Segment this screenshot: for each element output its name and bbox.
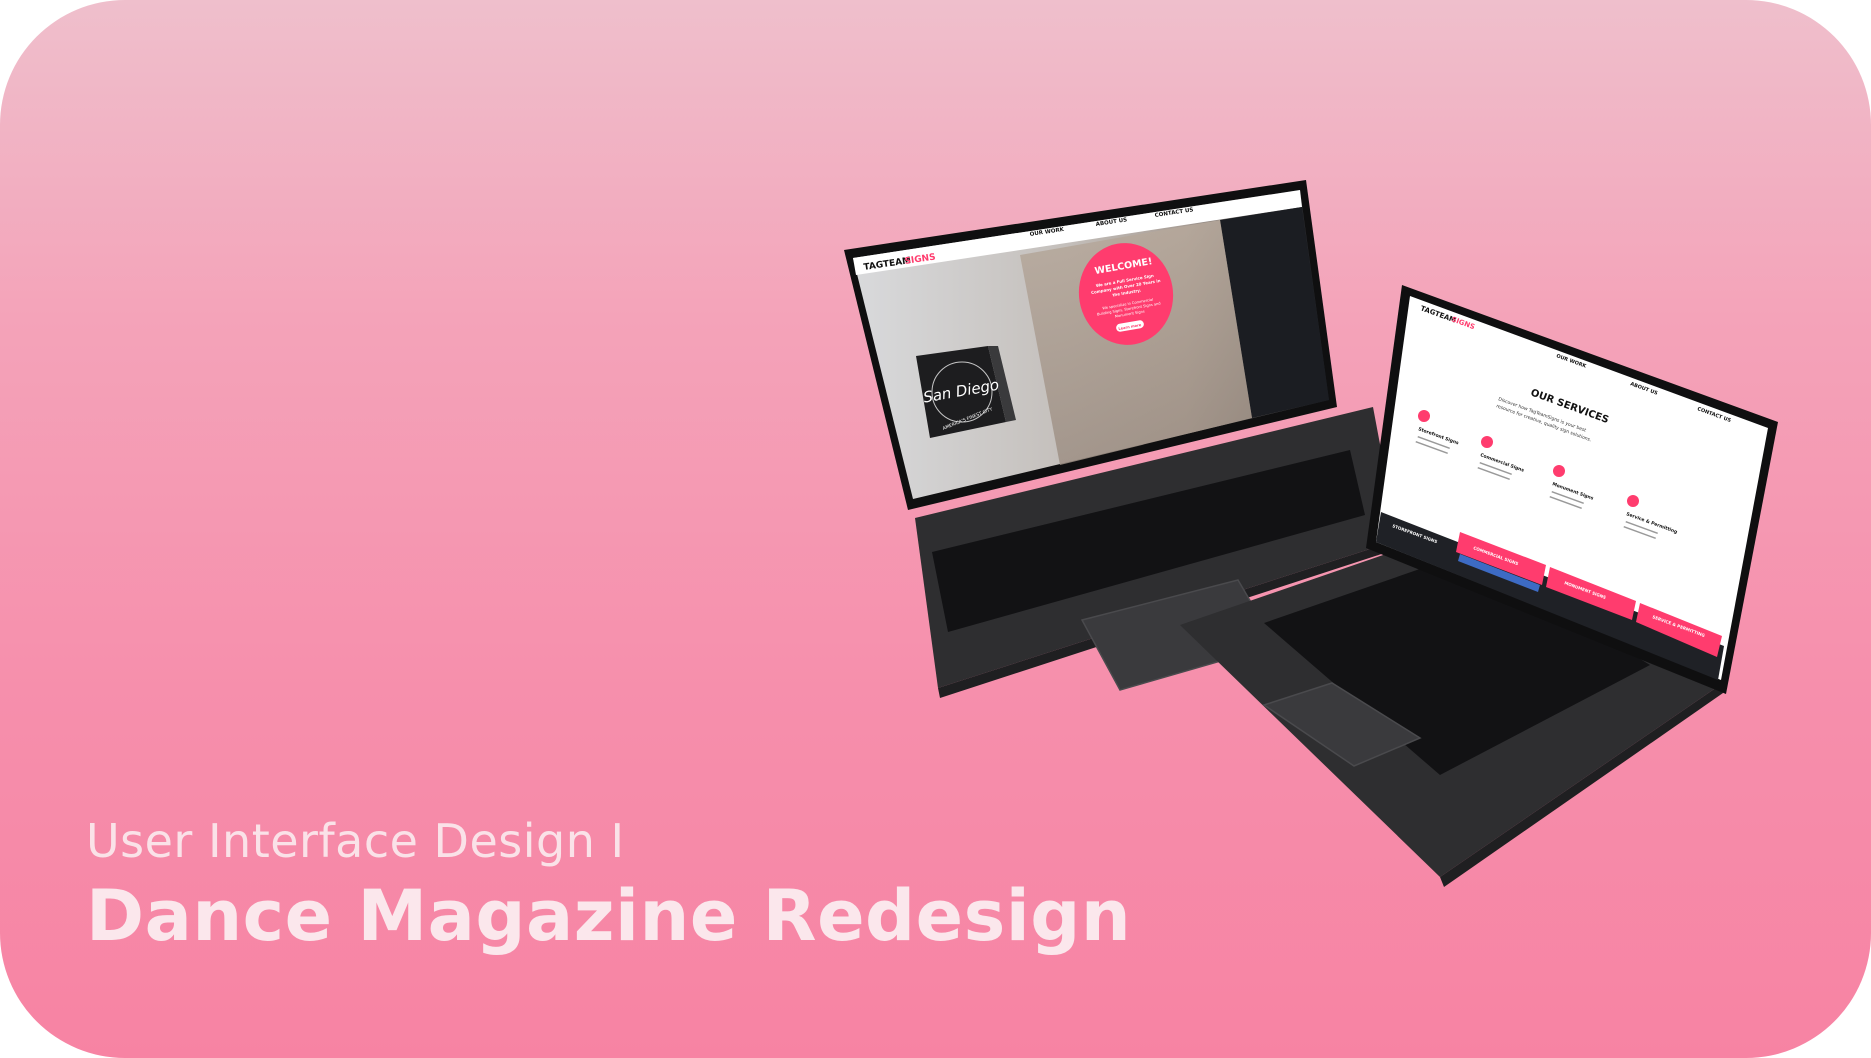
wrench-icon	[1627, 495, 1639, 507]
caption-title: Dance Magazine Redesign	[86, 875, 1132, 957]
commercial-icon	[1481, 436, 1493, 448]
caption: User Interface Design I Dance Magazine R…	[86, 812, 1131, 958]
caption-subtitle: User Interface Design I	[86, 814, 625, 868]
storefront-icon	[1418, 410, 1430, 422]
laptop-mockups: San Diego AMERICA'S FINEST CITY TAGTEAM …	[844, 180, 1778, 887]
monument-icon	[1553, 465, 1565, 477]
hero-card: San Diego AMERICA'S FINEST CITY TAGTEAM …	[0, 0, 1871, 1058]
